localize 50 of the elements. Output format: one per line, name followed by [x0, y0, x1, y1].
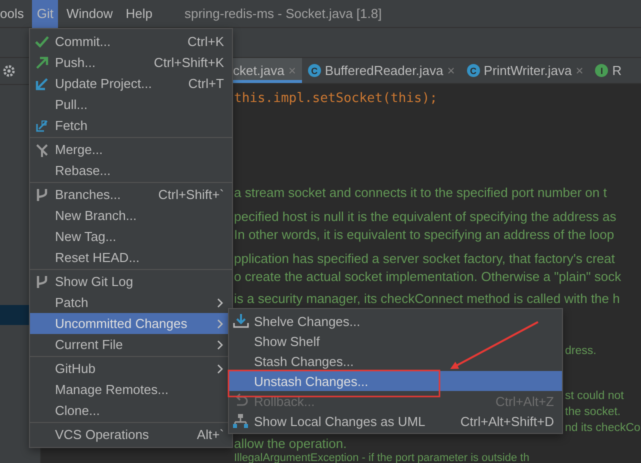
menu-item[interactable]: GitHub: [30, 358, 232, 379]
shortcut-label: Ctrl+T: [188, 76, 224, 91]
doc-comment-line: IllegalArgumentException - if the port parameter is outside th: [234, 452, 530, 463]
menu-item[interactable]: Show Shelf: [229, 331, 562, 351]
file-type-icon: C: [466, 64, 480, 77]
code-line: this.impl.setSocket(this);: [234, 90, 438, 108]
menu-item[interactable]: Pull...: [30, 94, 232, 115]
doc-comment-line: pecified host is null it is the equivalent of specifying the address as: [234, 208, 618, 226]
menu-item[interactable]: VCS Operations Alt+`: [30, 424, 232, 445]
menu-item[interactable]: Show Local Changes as UML Ctrl+Alt+Shift+D: [229, 411, 562, 431]
doc-comment-line: pplication has specified a server socket factory, that factory's creat: [234, 250, 616, 268]
menu-item[interactable]: New Tag...: [30, 226, 232, 247]
shortcut-label: Ctrl+Alt+Shift+D: [460, 414, 554, 428]
doc-comment-line: dress.: [565, 344, 596, 359]
file-type-icon: C: [308, 64, 321, 77]
menu-item[interactable]: Current File: [30, 334, 232, 355]
file-type-icon: I: [595, 64, 608, 77]
menu-item[interactable]: Fetch: [30, 115, 232, 136]
menu-item[interactable]: Show Git Log: [30, 271, 232, 292]
shortcut-label: Ctrl+Shift+K: [154, 55, 224, 70]
doc-comment-line: In other words, it is equivalent to specifying an address of the loop: [234, 226, 616, 244]
doc-comment-line: is a security manager, its checkConnect method is called with the h: [234, 290, 621, 308]
menu-item[interactable]: Patch: [30, 292, 232, 313]
menu-item[interactable]: Shelve Changes...: [229, 311, 562, 331]
menu-bar-item[interactable]: Help: [120, 0, 158, 28]
menu-item[interactable]: Unstash Changes...: [229, 371, 562, 391]
editor-tab[interactable]: C PrintWriter.java ×: [460, 58, 590, 83]
menu-item[interactable]: Reset HEAD...: [30, 247, 232, 268]
doc-comment-line: a stream socket and connects it to the specified port number on t: [234, 184, 608, 202]
editor-tab[interactable]: I R: [589, 58, 628, 83]
menu-item[interactable]: Clone...: [30, 400, 232, 421]
menu-item[interactable]: Rebase...: [30, 160, 232, 181]
shortcut-label: Alt+`: [196, 427, 224, 442]
shortcut-label: Ctrl+Shift+`: [158, 187, 224, 202]
menu-item[interactable]: Manage Remotes...: [30, 379, 232, 400]
menu-item[interactable]: Merge...: [30, 139, 232, 160]
menu-bar-item[interactable]: Window: [61, 0, 118, 28]
shortcut-label: Ctrl+K: [188, 34, 224, 49]
menu-item[interactable]: Branches... Ctrl+Shift+`: [30, 184, 232, 205]
doc-comment-line: nd its checkCo: [565, 421, 640, 436]
doc-comment-line: o create the actual socket implementation. Otherwise a "plain" sock: [234, 268, 622, 286]
doc-comment-line: the socket.: [565, 405, 621, 420]
editor-tab[interactable]: C BufferedReader.java ×: [302, 58, 461, 83]
settings-icon[interactable]: [2, 64, 16, 78]
menu-item[interactable]: Stash Changes...: [229, 351, 562, 371]
doc-comment-line: st could not: [565, 389, 624, 404]
window-title: spring-redis-ms - Socket.java [1.8]: [184, 6, 382, 21]
menu-item[interactable]: New Branch...: [30, 205, 232, 226]
menu-bar-item[interactable]: ools: [0, 0, 29, 28]
doc-comment-line: allow the operation.: [234, 436, 348, 452]
